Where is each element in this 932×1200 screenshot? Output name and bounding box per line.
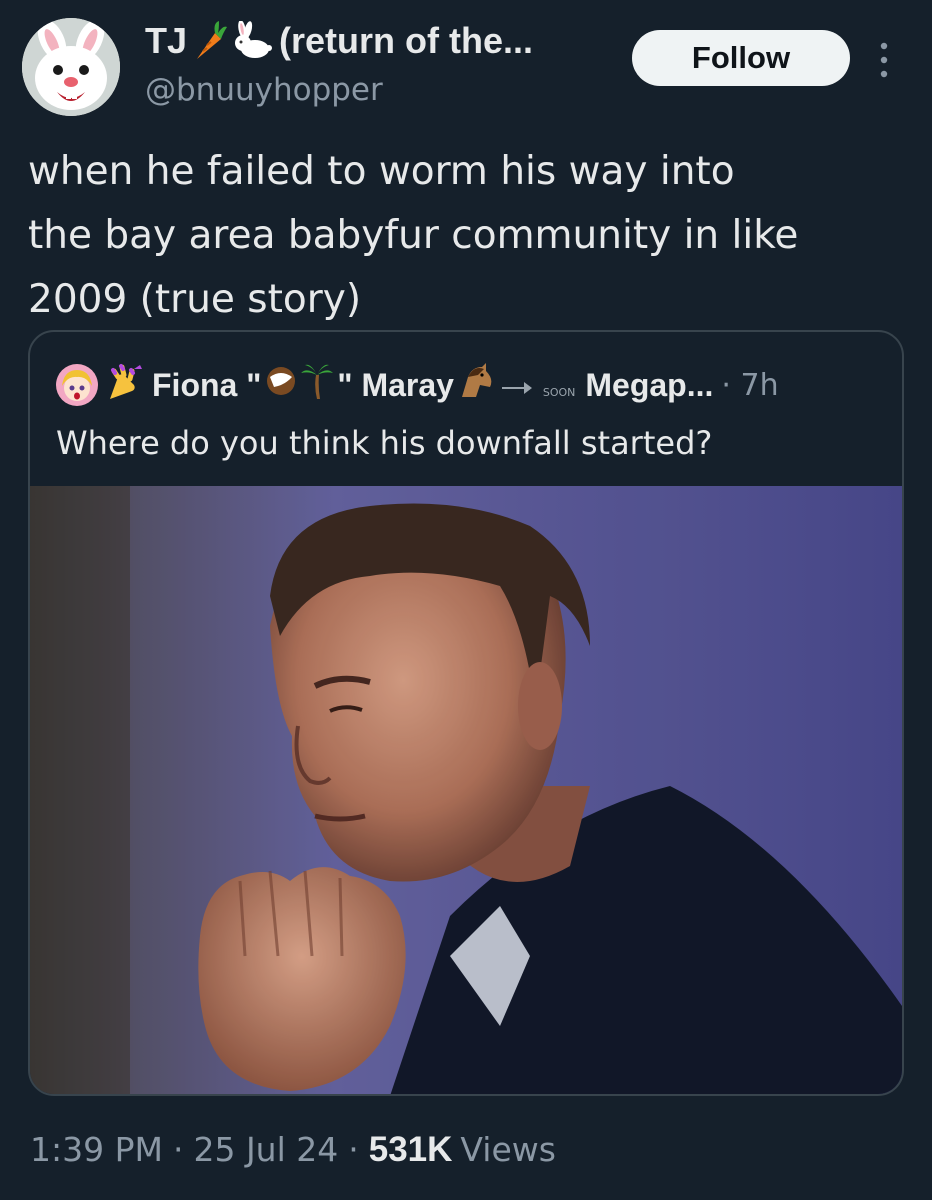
man-portrait-photo (30, 486, 902, 1094)
views-label: Views (460, 1130, 556, 1169)
follow-button[interactable]: Follow (632, 30, 850, 86)
soon-badge-text: SOON (542, 385, 576, 399)
quote-timestamp[interactable]: · 7h (721, 368, 778, 403)
author-name-suffix: (return of the... (279, 20, 534, 61)
more-options-icon[interactable] (872, 36, 896, 84)
meta-separator: · (172, 1130, 184, 1169)
quote-media-image[interactable] (30, 486, 902, 1094)
tweet-text: when he failed to worm his way into the … (28, 140, 908, 332)
meta-separator: · (348, 1130, 359, 1169)
tweet-meta: 1:39 PM · 25 Jul 24 · 531K Views (30, 1130, 556, 1170)
quote-name-part: Megap... (585, 366, 714, 403)
author-avatar[interactable] (22, 18, 120, 116)
views-count[interactable]: 531K (369, 1130, 453, 1170)
quote-header: Fiona " " Maray SOON Megap... · 7h (56, 360, 779, 410)
bunny-avatar-image (22, 18, 120, 116)
quote-text: Where do you think his downfall started? (56, 424, 713, 462)
quote-time-separator: · (721, 367, 731, 403)
author-display-name[interactable]: TJ (return of the... (145, 20, 533, 62)
carrot-emoji-icon (193, 21, 228, 61)
quote-author-name[interactable]: Fiona " " Maray SOON Megap... (152, 363, 713, 407)
quote-name-part: Fiona " (152, 366, 262, 403)
tweet-line: 2009 (true story) (28, 277, 362, 322)
rabbit-emoji-icon (233, 21, 273, 61)
tweet-line: when he failed to worm his way into (28, 149, 735, 194)
quoted-tweet-card[interactable]: Fiona " " Maray SOON Megap... · 7h Where… (28, 330, 904, 1096)
horse-face-emoji-icon (458, 363, 496, 407)
quote-time-value: 7h (740, 367, 779, 403)
author-handle[interactable]: @bnuuyhopper (145, 72, 383, 108)
quote-name-part: " Maray (337, 366, 454, 403)
tweet-line: the bay area babyfur community in like (28, 213, 799, 258)
quote-avatar[interactable] (56, 364, 98, 406)
palm-tree-emoji-icon (301, 363, 334, 407)
tweet-time[interactable]: 1:39 PM (30, 1130, 163, 1169)
soon-arrow-emoji-icon: SOON (500, 367, 575, 404)
tweet-date[interactable]: 25 Jul 24 (193, 1130, 338, 1169)
author-name-text: TJ (145, 20, 188, 61)
nail-polish-emoji-icon (104, 363, 144, 407)
coconut-emoji-icon (265, 365, 297, 405)
tweet-page: TJ (return of the... @bnuuyhopper Follow (0, 0, 932, 1200)
anime-avatar-image (56, 364, 98, 406)
